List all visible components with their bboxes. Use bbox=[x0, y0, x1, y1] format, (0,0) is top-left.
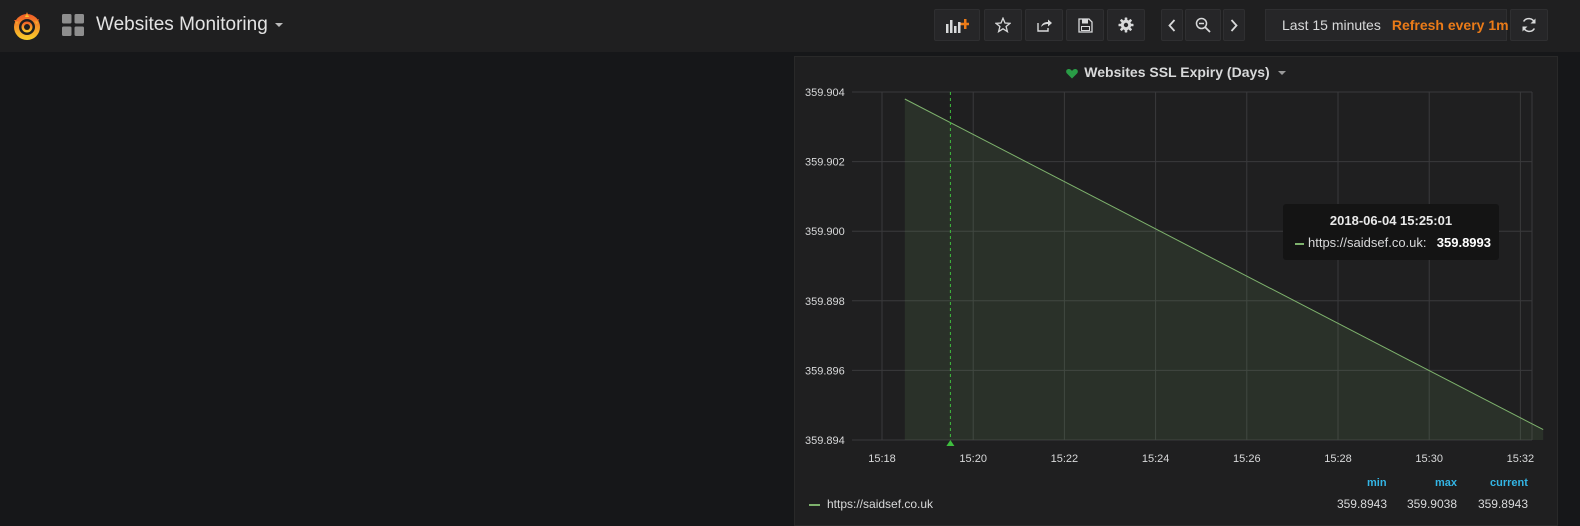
settings-button[interactable] bbox=[1107, 9, 1145, 41]
time-forward-button[interactable] bbox=[1223, 9, 1245, 41]
add-panel-icon bbox=[946, 19, 969, 33]
x-tick-label: 15:32 bbox=[1507, 453, 1535, 465]
legend-min-value: 359.8943 bbox=[1336, 497, 1387, 511]
x-tick-label: 15:22 bbox=[1051, 453, 1079, 465]
x-axis: 15:18 15:20 15:22 15:24 15:26 15:28 15:30 15:32 bbox=[868, 453, 1534, 465]
legend-header-current[interactable]: current bbox=[1490, 477, 1528, 489]
graph-panel: Websites SSL Expiry (Days) 359.894 359.89… bbox=[794, 56, 1558, 526]
tooltip-series-name: https://saidsef.co.uk: bbox=[1308, 235, 1427, 250]
x-tick-label: 15:30 bbox=[1415, 453, 1443, 465]
y-tick-label: 359.902 bbox=[805, 157, 845, 169]
graph-area[interactable]: 359.894 359.896 359.898 359.900 359.902 359.9… bbox=[795, 57, 1557, 469]
legend-current-value: 359.8943 bbox=[1477, 497, 1528, 511]
save-button[interactable] bbox=[1066, 9, 1104, 41]
tooltip-row: https://saidsef.co.uk: 359.8993 bbox=[1295, 235, 1491, 250]
y-tick-label: 359.898 bbox=[805, 296, 845, 308]
legend-header-max[interactable]: max bbox=[1435, 477, 1457, 489]
x-tick-label: 15:24 bbox=[1142, 453, 1170, 465]
refresh-button[interactable] bbox=[1510, 9, 1548, 41]
dashboard-title[interactable]: Websites Monitoring bbox=[96, 14, 283, 36]
gear-icon bbox=[1118, 17, 1134, 33]
x-tick-label: 15:26 bbox=[1233, 453, 1261, 465]
x-tick-label: 15:18 bbox=[868, 453, 896, 465]
y-tick-label: 359.896 bbox=[805, 365, 845, 377]
time-range-label: Last 15 minutes bbox=[1282, 17, 1381, 33]
legend-series-name: https://saidsef.co.uk bbox=[827, 497, 934, 511]
legend-header-min[interactable]: min bbox=[1367, 477, 1387, 489]
share-icon bbox=[1036, 19, 1052, 32]
x-tick-label: 15:28 bbox=[1324, 453, 1352, 465]
zoom-out-button[interactable] bbox=[1185, 9, 1221, 41]
x-tick-label: 15:20 bbox=[959, 453, 987, 465]
grafana-logo-icon[interactable] bbox=[10, 9, 44, 43]
save-icon bbox=[1077, 17, 1093, 33]
chevron-left-icon bbox=[1168, 18, 1176, 32]
tooltip-series-value: 359.8993 bbox=[1436, 235, 1491, 250]
y-tick-label: 359.900 bbox=[805, 226, 845, 238]
zoom-out-icon bbox=[1195, 17, 1211, 33]
series-area-fill bbox=[904, 99, 1544, 440]
star-button[interactable] bbox=[984, 9, 1022, 41]
chevron-right-icon bbox=[1230, 18, 1238, 32]
time-range-picker[interactable]: Last 15 minutes Refresh every 1m bbox=[1265, 9, 1509, 41]
time-back-button[interactable] bbox=[1161, 9, 1183, 41]
star-icon bbox=[995, 17, 1011, 33]
add-panel-button[interactable] bbox=[934, 9, 980, 41]
refresh-icon bbox=[1522, 17, 1536, 33]
dashboard-grid-icon[interactable] bbox=[62, 14, 84, 36]
y-tick-label: 359.904 bbox=[805, 87, 845, 99]
legend-max-value: 359.9038 bbox=[1406, 497, 1457, 511]
legend-series-swatch bbox=[809, 503, 820, 506]
y-axis: 359.894 359.896 359.898 359.900 359.902 359.9… bbox=[805, 87, 845, 447]
share-button[interactable] bbox=[1025, 9, 1063, 41]
chevron-down-icon bbox=[274, 22, 283, 27]
dashboard-title-text: Websites Monitoring bbox=[96, 14, 268, 35]
legend-series[interactable]: https://saidsef.co.uk bbox=[809, 497, 933, 511]
graph-tooltip: 2018-06-04 15:25:01 https://saidsef.co.u… bbox=[1283, 204, 1499, 260]
tooltip-time: 2018-06-04 15:25:01 bbox=[1329, 213, 1453, 228]
annotation-marker bbox=[946, 440, 955, 446]
y-tick-label: 359.894 bbox=[805, 435, 845, 447]
tooltip-series-swatch bbox=[1295, 242, 1304, 245]
refresh-interval-label: Refresh every 1m bbox=[1391, 17, 1509, 33]
top-navbar: Websites Monitoring Last 15 minutes Refr… bbox=[0, 0, 1580, 52]
